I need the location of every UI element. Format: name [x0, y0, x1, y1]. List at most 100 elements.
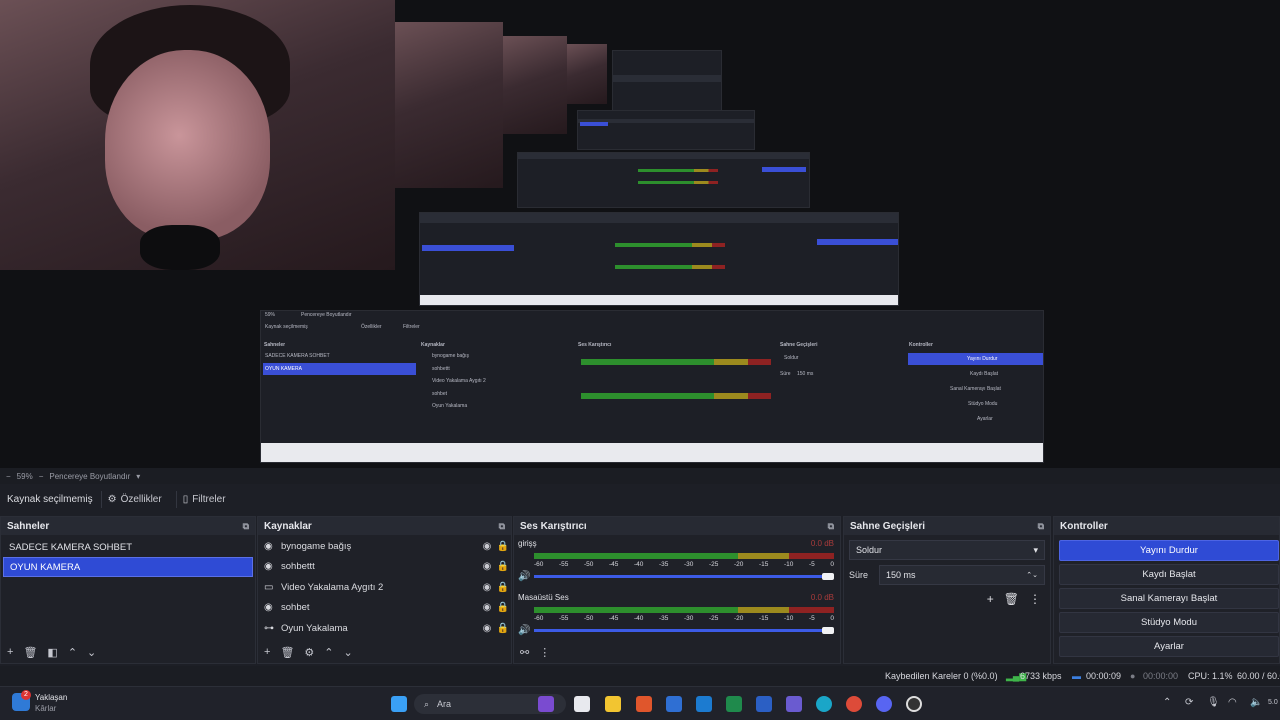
source-item[interactable]: ◉ sohbettt ◉ 🔒	[258, 557, 511, 578]
eye-icon[interactable]: ◉	[479, 561, 495, 572]
volume-slider[interactable]	[534, 629, 834, 632]
zoom-plus-icon[interactable]: −	[39, 472, 44, 481]
undock-icon[interactable]: ⧉	[243, 521, 249, 532]
search-icon: ⌕	[424, 698, 430, 709]
meter-tick-label: -15	[759, 561, 769, 568]
eye-icon[interactable]: ◉	[479, 582, 495, 593]
notification-badge: 2	[21, 690, 31, 700]
cpu-usage: CPU: 1.1%	[1188, 671, 1233, 681]
undock-icon[interactable]: ⧉	[828, 521, 834, 532]
preview-canvas[interactable]: 59% Pencereye Boyutlandır Kaynak seçilme…	[0, 0, 1280, 468]
gear-icon[interactable]: ⚙	[304, 646, 314, 659]
discord-icon[interactable]	[876, 696, 892, 712]
zoom-level: 59%	[16, 471, 33, 481]
start-icon[interactable]	[391, 696, 407, 712]
add-icon[interactable]: +	[7, 646, 13, 658]
edge-icon[interactable]	[816, 696, 832, 712]
link-icon[interactable]: ⚯	[520, 646, 529, 659]
trash-icon[interactable]: 🗑	[1004, 592, 1019, 606]
channel-db: 0.0 dB	[810, 593, 834, 602]
chevron-down-icon: ▾	[1033, 544, 1038, 555]
settings-button[interactable]: Ayarlar	[1059, 636, 1279, 657]
channel-name: Masaüstü Ses	[518, 593, 569, 602]
sync-icon[interactable]: ⟳	[1185, 697, 1193, 708]
search-highlight-icon	[538, 696, 554, 712]
taskview-icon[interactable]	[574, 696, 590, 712]
start-virtual-camera-button[interactable]: Sanal Kamerayı Başlat	[1059, 588, 1279, 609]
zoom-minus-icon[interactable]: −	[6, 472, 11, 481]
studio-mode-button[interactable]: Stüdyo Modu	[1059, 612, 1279, 633]
volume-knob[interactable]	[822, 627, 834, 634]
meter-tick-label: -60	[534, 615, 544, 622]
volume-knob[interactable]	[822, 573, 834, 580]
word-icon[interactable]	[756, 696, 772, 712]
meter-tick-label: -25	[709, 615, 719, 622]
filters-button[interactable]: ▯ Filtreler	[175, 490, 232, 508]
lock-icon[interactable]: 🔒	[495, 561, 511, 572]
stop-stream-button[interactable]: Yayını Durdur	[1059, 540, 1279, 561]
tray-chevron-icon[interactable]: ⌃	[1163, 697, 1171, 708]
eye-icon[interactable]: ◉	[479, 623, 495, 634]
source-item[interactable]: ◉ sohbet ◉ 🔒	[258, 598, 511, 619]
move-down-icon[interactable]: ⌄	[87, 646, 96, 659]
speaker-icon[interactable]: 🔊	[518, 571, 530, 582]
obs-icon[interactable]	[906, 696, 922, 712]
speaker-icon[interactable]: 🔊	[518, 625, 530, 636]
preview-zoom-bar: − 59% − Pencereye Boyutlandır ▾	[0, 468, 1280, 484]
fit-label[interactable]: Pencereye Boyutlandır	[49, 472, 130, 481]
properties-button[interactable]: ⚙ Özellikler	[100, 490, 168, 508]
record-icon: ●	[1130, 671, 1136, 681]
teams-icon[interactable]	[786, 696, 802, 712]
transitions-title: Sahne Geçişleri	[850, 520, 926, 532]
undock-icon[interactable]: ⧉	[499, 521, 505, 532]
wifi-icon[interactable]: ◠	[1228, 697, 1237, 708]
lock-icon[interactable]: 🔒	[495, 541, 511, 552]
volume-icon[interactable]: 🔈	[1250, 697, 1262, 708]
lock-icon[interactable]: 🔒	[495, 623, 511, 634]
add-icon[interactable]: +	[987, 592, 994, 606]
eye-icon[interactable]: ◉	[479, 602, 495, 613]
meter-tick-label: -55	[559, 561, 569, 568]
bitrate: 6733 kbps	[1020, 671, 1062, 681]
explorer-icon[interactable]	[605, 696, 621, 712]
lock-icon[interactable]: 🔒	[495, 582, 511, 593]
add-icon[interactable]: +	[264, 646, 270, 658]
app-icon[interactable]	[636, 696, 652, 712]
browser-icon: ◉	[264, 602, 273, 614]
trash-icon[interactable]: 🗑	[280, 646, 294, 659]
transition-select[interactable]: Soldur ▾	[849, 540, 1045, 560]
menu-icon[interactable]: ⋮	[539, 646, 550, 659]
mixer-title: Ses Karıştırıcı	[520, 520, 587, 532]
undock-icon[interactable]: ⧉	[1038, 521, 1044, 532]
scene-item-active[interactable]: OYUN KAMERA	[3, 557, 253, 577]
store-icon[interactable]	[666, 696, 682, 712]
mic-icon[interactable]: 🎙	[1207, 697, 1220, 708]
nested-obs-1	[419, 212, 899, 306]
source-item[interactable]: ▭ Video Yakalama Aygıtı 2 ◉ 🔒	[258, 577, 511, 598]
move-up-icon[interactable]: ⌃	[324, 646, 333, 659]
outlook-icon[interactable]	[696, 696, 712, 712]
scene-item[interactable]: SADECE KAMERA SOHBET	[3, 537, 253, 557]
start-recording-button[interactable]: Kaydı Başlat	[1059, 564, 1279, 585]
gear-icon: ⚙	[107, 493, 117, 505]
spinner-icon[interactable]: ⌃⌄	[1026, 571, 1038, 579]
mixer-channel: girişş 0.0 dB -60 -55 -50 -45 -40 -35 -30 -25 -2…	[514, 535, 840, 589]
meter-tick-label: -25	[709, 561, 719, 568]
chrome-icon[interactable]	[846, 696, 862, 712]
lock-icon[interactable]: 🔒	[495, 602, 511, 613]
move-down-icon[interactable]: ⌄	[344, 646, 353, 659]
meter-tick-label: -50	[584, 615, 594, 622]
chevron-down-icon[interactable]: ▾	[136, 472, 140, 481]
filter-icon[interactable]: ◧	[47, 646, 57, 659]
trash-icon[interactable]: 🗑	[23, 646, 37, 659]
move-up-icon[interactable]: ⌃	[68, 646, 77, 659]
source-item[interactable]: ⊶ Oyun Yakalama ◉ 🔒	[258, 618, 511, 639]
duration-input[interactable]: 150 ms ⌃⌄	[879, 565, 1045, 585]
channel-db: 0.0 dB	[810, 539, 834, 548]
menu-icon[interactable]: ⋮	[1029, 592, 1041, 606]
volume-slider[interactable]	[534, 575, 834, 578]
eye-icon[interactable]: ◉	[479, 541, 495, 552]
excel-icon[interactable]	[726, 696, 742, 712]
meter-tick-label: 0	[830, 561, 834, 568]
source-item[interactable]: ◉ bynogame bağış ◉ 🔒	[258, 536, 511, 557]
